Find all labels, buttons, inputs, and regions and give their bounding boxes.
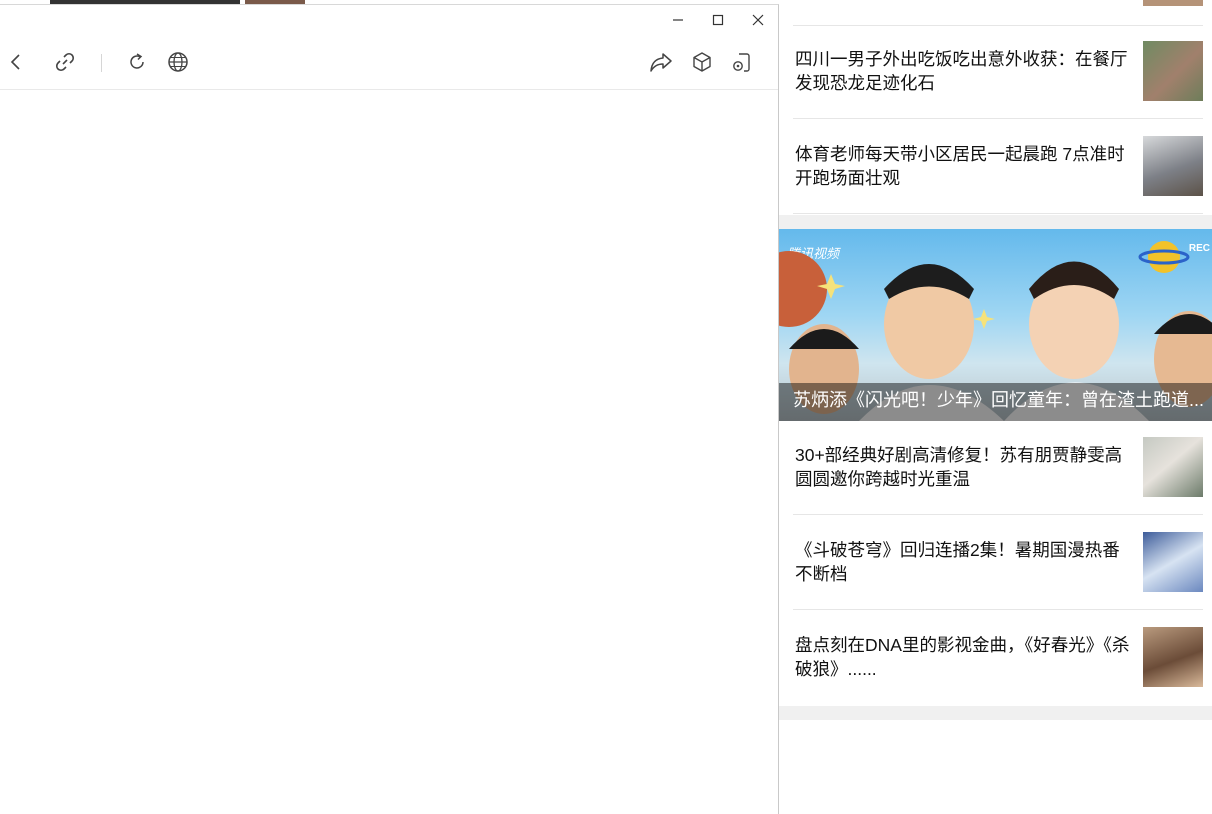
phone-settings-icon [733, 53, 750, 72]
browser-toolbar [0, 35, 778, 90]
news-title: 四川一男子外出吃饭吃出意外收获：在餐厅发现恐龙足迹化石 [795, 49, 1128, 93]
back-button[interactable] [2, 48, 30, 76]
video-card[interactable]: 腾讯视频 REC 苏炳添《闪光吧！少年》回忆童年：曾在渣土跑道... [779, 229, 1212, 421]
news-title: 体育老师每天带小区居民一起晨跑 7点准时开跑场面壮观 [795, 144, 1125, 188]
share-button[interactable] [647, 48, 675, 76]
video-caption: 苏炳添《闪光吧！少年》回忆童年：曾在渣土跑道... [779, 383, 1212, 421]
news-thumbnail [1143, 41, 1203, 101]
window-controls [658, 5, 778, 35]
section-gap [779, 706, 1212, 720]
share-arrow-icon [650, 53, 672, 72]
maximize-button[interactable] [698, 5, 738, 35]
news-title: 盘点刻在DNA里的影视金曲，《好春光》《杀破狼》...... [795, 635, 1130, 679]
toolbar-separator [101, 54, 102, 72]
open-in-browser-button[interactable] [164, 48, 192, 76]
extension-button[interactable] [688, 48, 716, 76]
reload-button[interactable] [123, 48, 151, 76]
news-thumbnail [1143, 136, 1203, 196]
maximize-icon [712, 14, 724, 26]
copy-link-button[interactable] [51, 48, 79, 76]
news-item[interactable]: 四川一男子外出吃饭吃出意外收获：在餐厅发现恐龙足迹化石 [793, 25, 1203, 119]
cube-icon [693, 52, 711, 72]
news-item[interactable]: 30+部经典好剧高清修复！苏有朋贾静雯高圆圆邀你跨越时光重温 [793, 421, 1203, 515]
news-feed: 四川一男子外出吃饭吃出意外收获：在餐厅发现恐龙足迹化石 体育老师每天带小区居民一… [779, 0, 1212, 814]
news-item-partial[interactable] [793, 0, 1203, 26]
section-gap [779, 215, 1212, 229]
minimize-button[interactable] [658, 5, 698, 35]
globe-icon [168, 52, 188, 72]
news-item[interactable]: 盘点刻在DNA里的影视金曲，《好春光》《杀破狼》...... [793, 611, 1203, 705]
minimize-icon [673, 19, 683, 21]
news-thumbnail [1143, 627, 1203, 687]
close-icon [752, 14, 764, 26]
news-thumbnail [1143, 0, 1203, 6]
news-thumbnail [1143, 532, 1203, 592]
news-thumbnail [1143, 437, 1203, 497]
news-item[interactable]: 《斗破苍穹》回归连播2集！暑期国漫热番不断档 [793, 516, 1203, 610]
mini-program-button[interactable] [728, 48, 756, 76]
link-icon [55, 52, 75, 72]
close-button[interactable] [738, 5, 778, 35]
news-item[interactable]: 体育老师每天带小区居民一起晨跑 7点准时开跑场面壮观 [793, 120, 1203, 214]
news-title: 30+部经典好剧高清修复！苏有朋贾静雯高圆圆邀你跨越时光重温 [795, 445, 1123, 489]
chevron-left-icon [10, 54, 20, 70]
browser-window [0, 4, 779, 814]
news-title: 《斗破苍穹》回归连播2集！暑期国漫热番不断档 [795, 540, 1120, 584]
refresh-icon [130, 53, 144, 69]
